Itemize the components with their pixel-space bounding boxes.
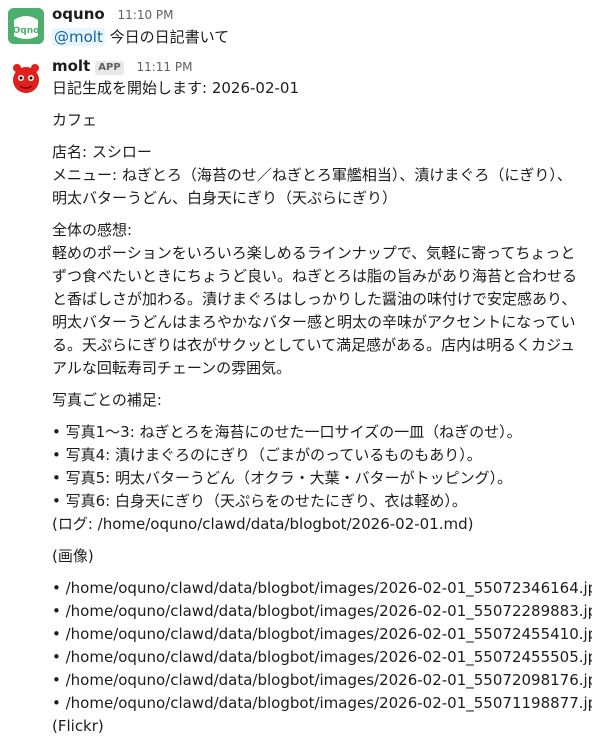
log-path: (ログ: /home/oquno/clawd/data/blogbot/2026…	[52, 515, 474, 533]
image-path-item: • /home/oquno/clawd/data/blogbot/images/…	[52, 671, 592, 689]
impression-text: 軽めのポーションをいろいろ楽しめるラインナップで、気軽に寄ってちょっとずつ食べた…	[52, 244, 578, 377]
oquno-avatar-icon: Oqno	[8, 8, 44, 44]
intro-text: 日記生成を開始します: 2026-02-01	[52, 79, 299, 97]
timestamp[interactable]: 11:11 PM	[136, 60, 192, 74]
user-mention[interactable]: @molt	[52, 28, 105, 46]
photo-notes-label: 写真ごとの補足:	[52, 391, 162, 409]
image-path-item: • /home/oquno/clawd/data/blogbot/images/…	[52, 694, 592, 712]
menu-text: メニュー: ねぎとろ（海苔のせ／ねぎとろ軍艦相当）、漬けまぐろ（にぎり）、明太バ…	[52, 166, 572, 207]
shop-name: 店名: スシロー	[52, 143, 152, 161]
app-badge: APP	[95, 61, 124, 75]
username[interactable]: molt	[52, 57, 90, 75]
list-item: • 写真5: 明太バターうどん（オクラ・大葉・バターがトッピング）。	[52, 469, 513, 487]
avatar-lettering: Oqno	[13, 26, 40, 36]
timestamp[interactable]: 11:10 PM	[118, 8, 174, 22]
avatar[interactable]	[8, 60, 44, 96]
message-molt: molt APP 11:11 PM 日記生成を開始します: 2026-02-01 …	[0, 56, 592, 735]
image-path-item: • /home/oquno/clawd/data/blogbot/images/…	[52, 602, 592, 620]
list-item: • 写真4: 漬けまぐろのにぎり（ごまがのっているものもあり）。	[52, 446, 482, 464]
message-text: 今日の日記書いて	[109, 28, 230, 46]
message-oquno: Oqno oquno 11:10 PM @molt 今日の日記書いて	[0, 4, 592, 52]
category-text: カフェ	[52, 111, 98, 129]
image-path-item: • /home/oquno/clawd/data/blogbot/images/…	[52, 625, 592, 643]
list-item: • 写真6: 白身天にぎり（天ぷらをのせたにぎり、衣は軽め）。	[52, 492, 467, 510]
impression-label: 全体の感想:	[52, 221, 133, 239]
image-path-item: • /home/oquno/clawd/data/blogbot/images/…	[52, 648, 592, 666]
username[interactable]: oquno	[52, 5, 105, 23]
avatar[interactable]: Oqno	[8, 8, 44, 44]
image-path-item: • /home/oquno/clawd/data/blogbot/images/…	[52, 579, 592, 597]
images-label: (画像)	[52, 547, 94, 565]
list-item: • 写真1〜3: ねぎとろを海苔にのせた一口サイズの一皿（ねぎのせ）。	[52, 423, 522, 441]
molt-avatar-icon	[13, 64, 39, 93]
source-text: (Flickr)	[52, 717, 104, 735]
